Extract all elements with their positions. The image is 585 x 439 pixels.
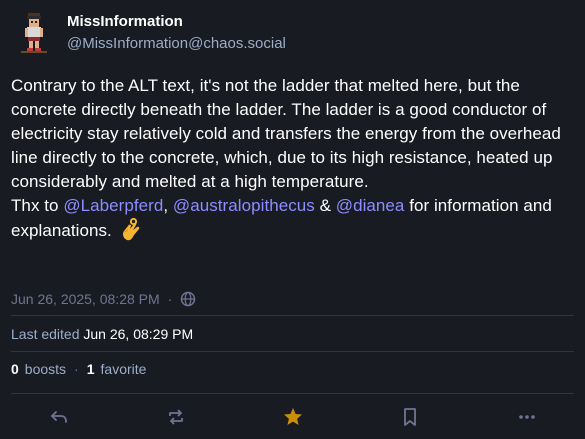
reply-icon <box>50 411 67 423</box>
globe-icon <box>181 291 196 307</box>
boost-button[interactable] <box>158 399 194 435</box>
counts-separator: · <box>74 361 79 377</box>
interaction-counts: 0 boosts · 1 favorite <box>11 360 146 378</box>
favorites-count[interactable]: 1 <box>87 360 95 378</box>
reply-button[interactable] <box>41 399 77 435</box>
bookmark-button[interactable] <box>392 399 428 435</box>
mention-separator: & <box>314 196 336 215</box>
last-edited-label: Last edited <box>11 326 80 342</box>
status-header[interactable]: MissInformation @MissInformation@chaos.s… <box>11 8 286 58</box>
ok-hand-emoji-icon <box>122 218 139 241</box>
display-name[interactable]: MissInformation <box>67 12 286 32</box>
content-thanks: Thx to @Laberpferd, @australopithecus & … <box>11 194 577 243</box>
status-detail: MissInformation @MissInformation@chaos.s… <box>0 0 585 439</box>
last-edited-time: Jun 26, 08:29 PM <box>83 326 194 342</box>
last-edited[interactable]: Last edited Jun 26, 08:29 PM <box>11 325 193 343</box>
more-button[interactable] <box>509 399 545 435</box>
status-meta: Jun 26, 2025, 08:28 PM · <box>11 290 196 308</box>
boost-icon <box>168 409 183 425</box>
mention-link[interactable]: @dianea <box>336 196 405 215</box>
bookmark-icon <box>403 408 416 426</box>
account-handle[interactable]: @MissInformation@chaos.social <box>67 34 286 54</box>
divider <box>11 351 574 352</box>
meta-separator: · <box>167 291 173 307</box>
divider <box>11 393 574 394</box>
favorite-button[interactable] <box>275 399 311 435</box>
more-icon <box>518 415 535 419</box>
boosts-count[interactable]: 0 <box>11 360 19 378</box>
status-timestamp[interactable]: Jun 26, 2025, 08:28 PM <box>11 291 160 307</box>
divider <box>11 315 574 316</box>
favorites-label[interactable]: favorite <box>101 360 147 378</box>
boosts-label[interactable]: boosts <box>25 360 66 378</box>
status-content: Contrary to the ALT text, it's not the l… <box>11 74 577 243</box>
mention-separator: , <box>163 196 173 215</box>
thanks-prefix: Thx to <box>11 196 64 215</box>
mention-link[interactable]: @Laberpferd <box>63 196 163 215</box>
mention-link[interactable]: @australopithecus <box>173 196 315 215</box>
author-names: MissInformation @MissInformation@chaos.s… <box>67 8 286 58</box>
star-icon <box>283 408 302 425</box>
content-paragraph: Contrary to the ALT text, it's not the l… <box>11 76 561 191</box>
avatar[interactable] <box>11 8 57 54</box>
action-bar <box>0 398 585 436</box>
